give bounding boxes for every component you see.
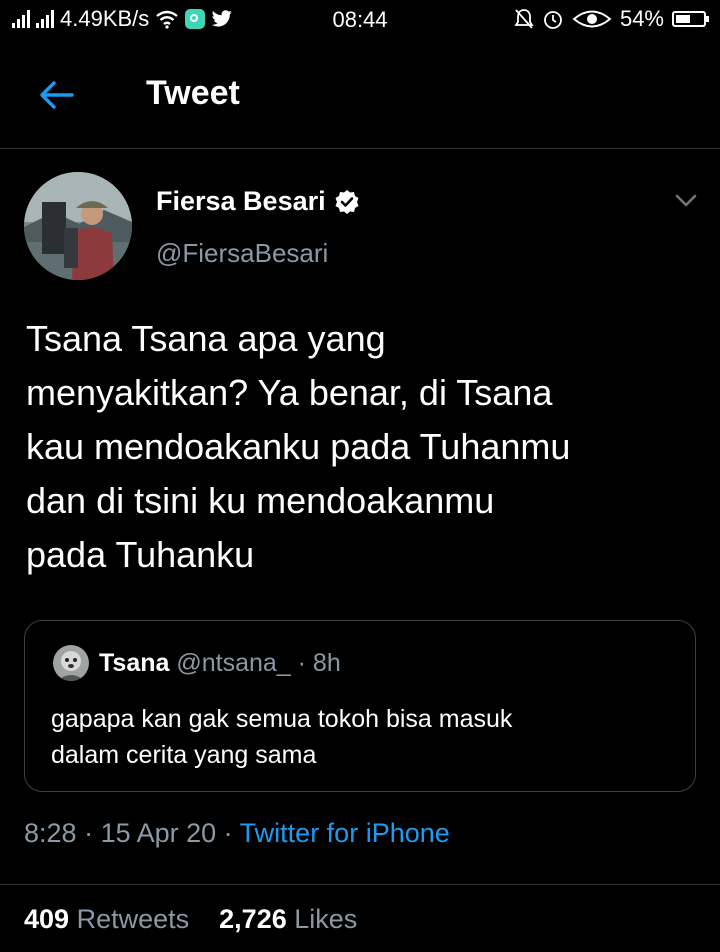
meta-separator: · [76, 818, 101, 848]
status-bar: 4.49KB/s 08:44 54% [0, 0, 720, 40]
author-handle[interactable]: @FiersaBesari [156, 238, 328, 269]
retweets-stat[interactable]: 409 Retweets [24, 904, 189, 934]
retweets-label: Retweets [76, 904, 190, 934]
tweet-date: 15 Apr 20 [100, 818, 217, 848]
meta-separator: · [216, 818, 240, 848]
quoted-header: Tsana @ntsana_ · 8h [99, 649, 341, 678]
page-title: Tweet [146, 74, 240, 112]
likes-stat[interactable]: 2,726 Likes [219, 904, 357, 934]
quoted-name: Tsana [99, 649, 170, 677]
likes-label: Likes [294, 904, 358, 934]
battery-icon [672, 11, 709, 27]
tweet-text: Tsana Tsana apa yang menyakitkan? Ya ben… [26, 318, 571, 575]
tweet-source-link[interactable]: Twitter for iPhone [240, 818, 450, 848]
top-header: Tweet [0, 40, 720, 149]
mute-bell-icon [514, 9, 534, 29]
author-name[interactable]: Fiersa Besari [156, 186, 326, 217]
tweet-time: 8:28 [24, 818, 77, 848]
quoted-handle: @ntsana_ [176, 649, 291, 677]
battery-percent: 54% [619, 6, 664, 31]
tweet-meta: 8:28 · 15 Apr 20 · Twitter for iPhone [24, 818, 450, 849]
alarm-icon [544, 11, 562, 29]
author-name-row: Fiersa Besari [156, 186, 360, 217]
verified-badge-icon [335, 189, 359, 214]
chevron-down-icon[interactable] [672, 190, 700, 212]
likes-count: 2,726 [219, 904, 287, 934]
eye-icon [572, 10, 612, 28]
quoted-age: 8h [312, 649, 341, 677]
tweet-stats: 409 Retweets 2,726 Likes [24, 904, 357, 935]
divider [0, 884, 720, 885]
quoted-text: gapapa kan gak semua tokoh bisa masuk da… [51, 705, 513, 769]
status-right: 54% [514, 6, 709, 32]
quoted-avatar [53, 645, 89, 681]
quoted-separator: · [290, 649, 313, 677]
retweets-count: 409 [24, 904, 70, 934]
arrow-left-icon[interactable] [36, 78, 76, 112]
quoted-tweet[interactable]: Tsana @ntsana_ · 8h gapapa kan gak semua… [24, 620, 696, 792]
avatar[interactable] [24, 172, 132, 280]
